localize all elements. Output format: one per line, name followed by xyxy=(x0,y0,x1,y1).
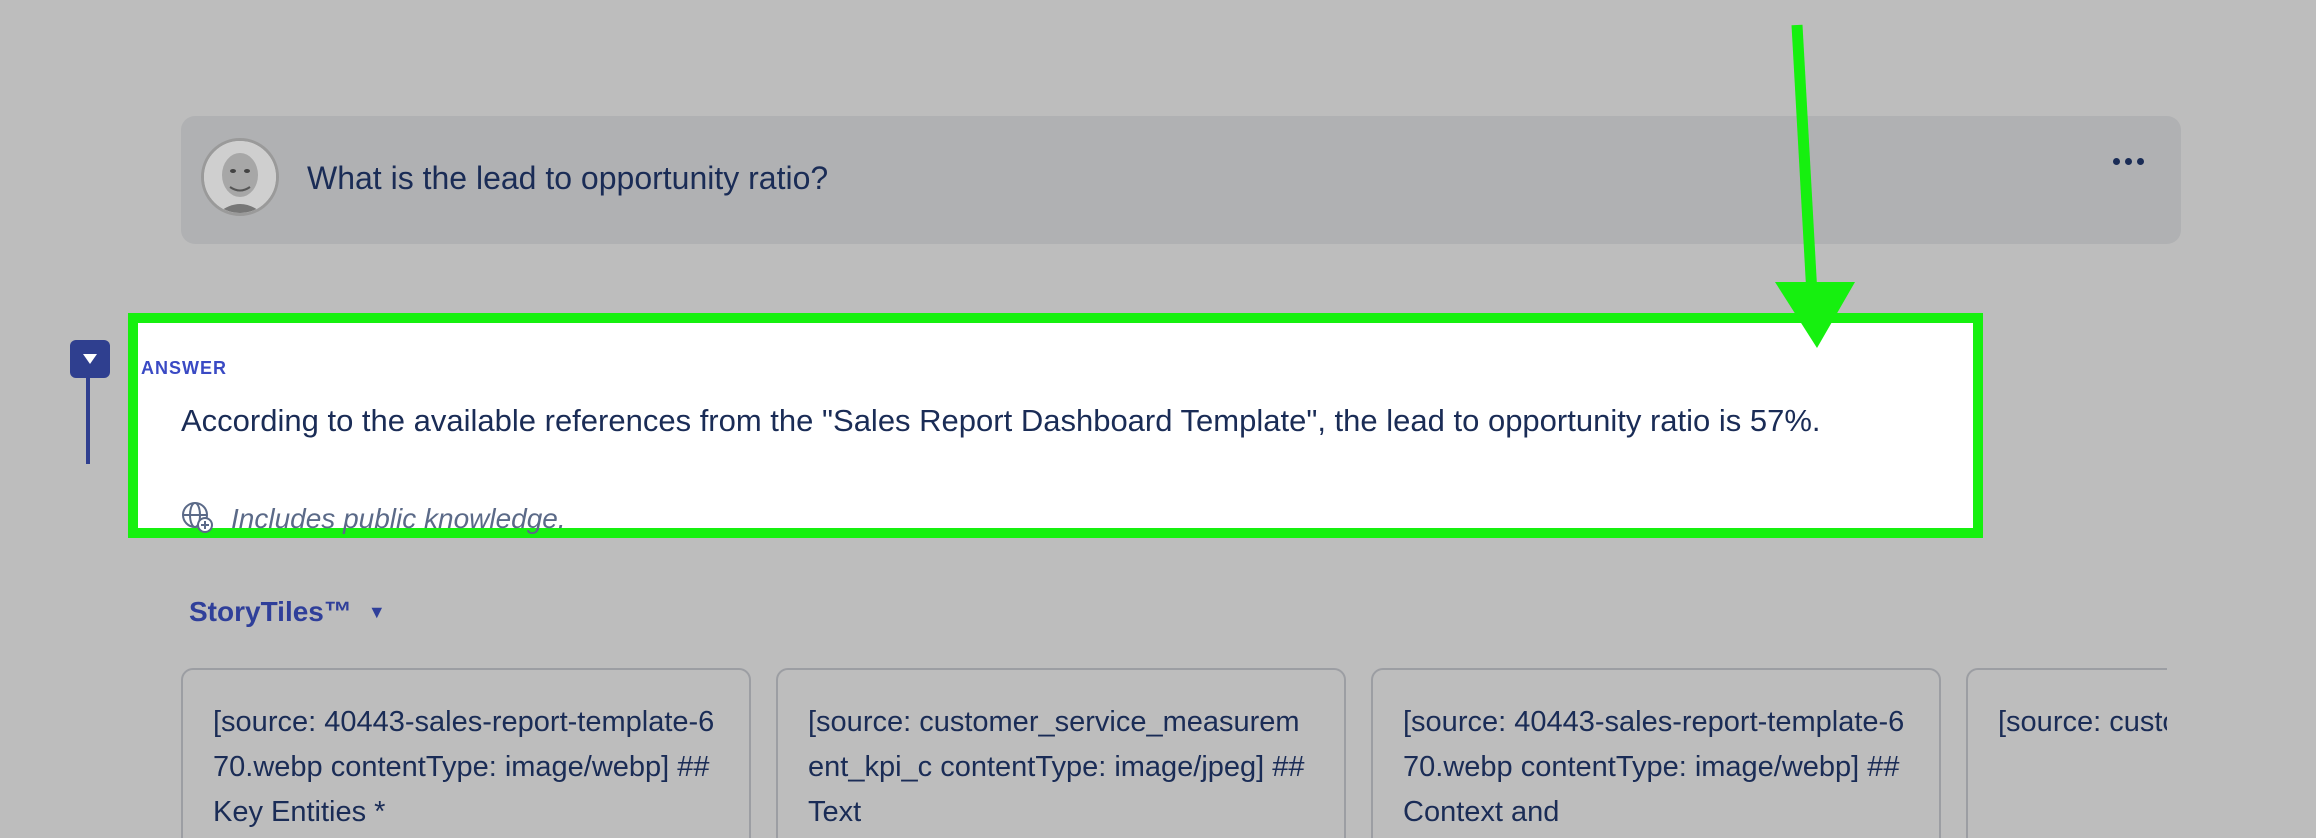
storytiles-label: StoryTiles™ xyxy=(189,596,352,627)
storytiles-carousel: [source: 40443-sales-report-template-670… xyxy=(181,668,2167,838)
thread-line xyxy=(86,378,90,464)
answer-box: ANSWER According to the available refere… xyxy=(128,313,1983,538)
story-tile[interactable]: [source: 40443-sales-report-template-670… xyxy=(1371,668,1941,838)
answer-text: According to the available references fr… xyxy=(181,403,1821,438)
storytiles-toggle[interactable]: StoryTiles™ ▼ xyxy=(189,596,386,628)
user-avatar xyxy=(201,138,279,216)
answer-label: ANSWER xyxy=(141,358,227,378)
story-tile-text: [source: customer_se contentType xyxy=(1998,706,2167,738)
story-tile-text: [source: 40443-sales-report-template-670… xyxy=(1403,706,1905,828)
more-options-button[interactable] xyxy=(2105,146,2151,176)
story-tile[interactable]: [source: customer_service_measurement_kp… xyxy=(776,668,1346,838)
question-text: What is the lead to opportunity ratio? xyxy=(307,160,829,196)
story-tile-text: [source: customer_service_measurement_kp… xyxy=(808,706,1305,828)
question-card: What is the lead to opportunity ratio? xyxy=(181,116,2181,244)
story-tile[interactable]: [source: 40443-sales-report-template-670… xyxy=(181,668,751,838)
story-tile[interactable]: [source: customer_se contentType xyxy=(1966,668,2167,838)
caret-down-icon: ▼ xyxy=(367,601,386,622)
public-knowledge-note: Includes public knowledge. xyxy=(231,503,566,534)
story-tile-text: [source: 40443-sales-report-template-670… xyxy=(213,706,715,828)
more-dots-icon xyxy=(2112,157,2120,165)
triangle-down-icon xyxy=(83,354,97,364)
collapse-answer-button[interactable] xyxy=(70,340,110,378)
globe-plus-icon xyxy=(182,502,213,533)
